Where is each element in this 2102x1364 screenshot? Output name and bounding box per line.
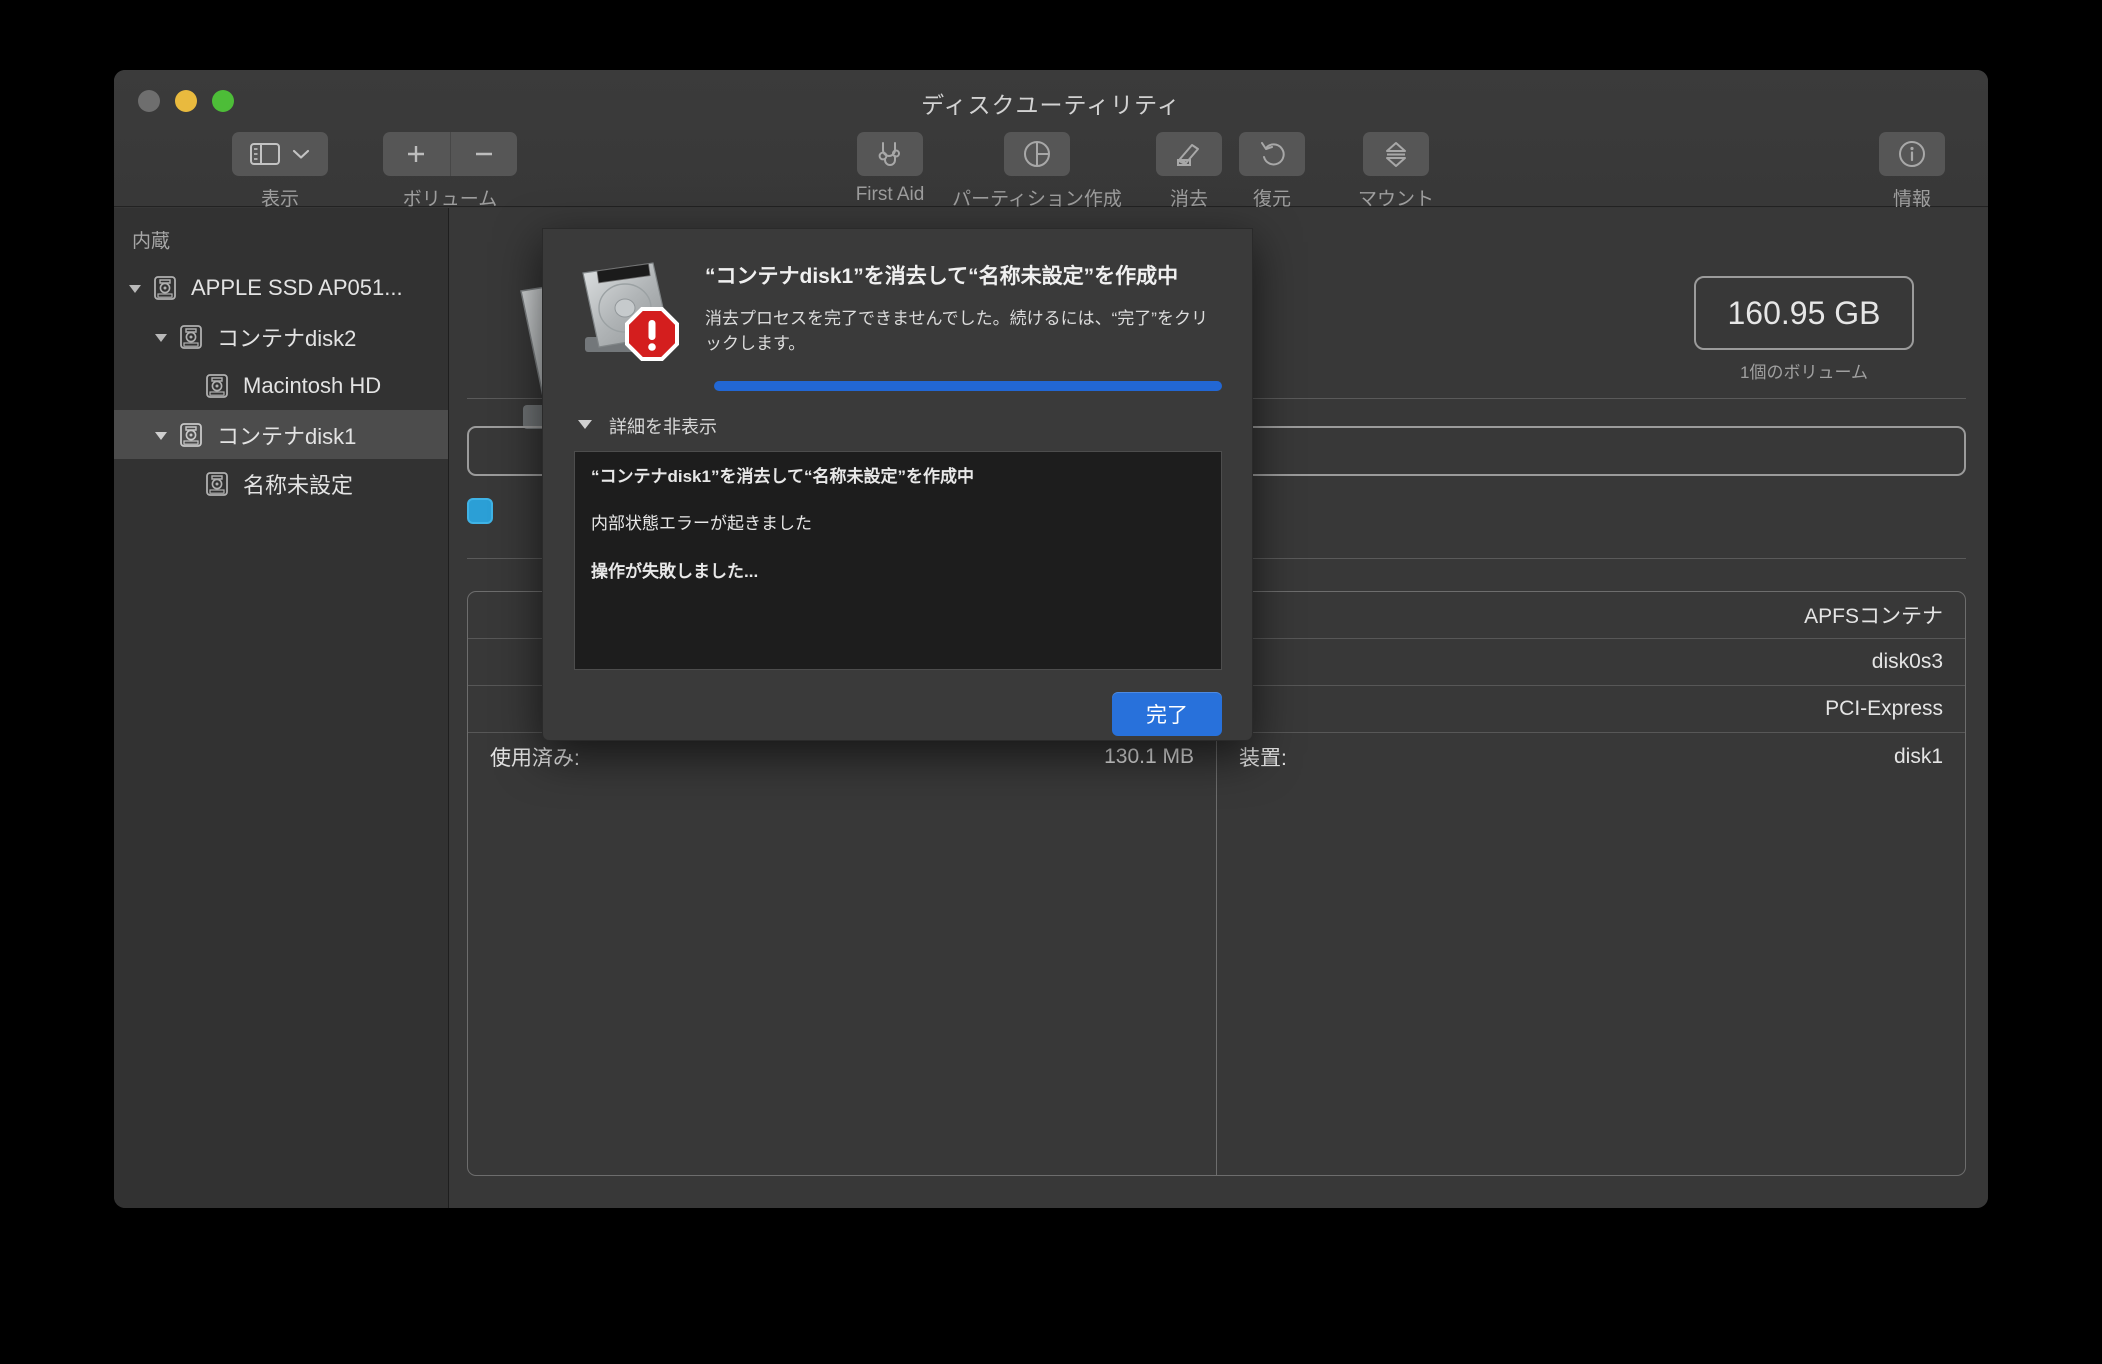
disclosure-triangle-icon[interactable]: [576, 415, 594, 438]
restore-button[interactable]: [1239, 132, 1305, 176]
sidebar-item-label: コンテナdisk2: [217, 325, 357, 351]
log-line: “コンテナdisk1”を消去して“名称未設定”を作成中: [591, 467, 974, 486]
toolbar-mount-item: マウント: [1316, 132, 1476, 211]
minus-icon: [475, 152, 492, 156]
info-value: disk1: [1893, 744, 1943, 768]
disk-icon: [148, 274, 182, 302]
restore-label: 復元: [1252, 189, 1291, 210]
info-row-device: 装置: disk1: [1217, 733, 1965, 780]
info-column-right: APFSコンテナ disk0s3 PCI-Express 装置: disk1: [1217, 592, 1965, 1175]
window-titlebar: ディスクユーティリティ 表示 ボリューム First Aid パーティション作成…: [114, 70, 1988, 210]
toolbar-volume-item: ボリューム: [360, 132, 540, 211]
info-value: disk0s3: [1871, 650, 1943, 673]
progress-bar-fill: [714, 381, 1222, 391]
sheet-title: “コンテナdisk1”を消去して“名称未設定”を作成中: [705, 265, 1179, 288]
sidebar-item-container-disk2[interactable]: コンテナdisk2: [114, 312, 448, 361]
details-disclosure-toggle[interactable]: 詳細を非表示: [576, 413, 1252, 439]
disk-icon: [174, 421, 208, 449]
first-aid-button[interactable]: [857, 132, 923, 176]
plus-icon: [408, 146, 425, 162]
toolbar-restore-item: 復元: [1212, 132, 1332, 211]
disclosure-triangle-icon[interactable]: [122, 280, 148, 296]
sidebar-item-label: APPLE SSD AP051...: [191, 274, 403, 300]
log-line: 操作が失敗しました...: [591, 561, 759, 581]
capacity-box: 160.95 GB: [1694, 276, 1914, 350]
info-key: 装置:: [1239, 746, 1287, 770]
toolbar-first-aid-item: First Aid: [830, 132, 950, 206]
disk-icon: [174, 323, 208, 351]
chevron-down-icon: [292, 148, 310, 160]
disclosure-triangle-icon[interactable]: [148, 329, 174, 345]
info-label: 情報: [1892, 189, 1931, 210]
disk-icon: [200, 470, 234, 498]
erase-progress-sheet: “コンテナdisk1”を消去して“名称未設定”を作成中 消去プロセスを完了できま…: [542, 228, 1253, 741]
eject-icon: [1382, 139, 1410, 169]
sidebar-item-label: Macintosh HD: [243, 372, 382, 398]
sidebar: 内蔵 APPLE SSD AP051... コンテナdisk2 Macintos…: [114, 208, 449, 1208]
info-row: PCI-Express: [1217, 686, 1965, 733]
sidebar-section-header: 内蔵: [132, 231, 171, 252]
sidebar-item-container-disk1[interactable]: コンテナdisk1: [114, 410, 448, 459]
add-volume-button[interactable]: [383, 132, 450, 176]
mount-button[interactable]: [1363, 132, 1429, 176]
capacity-value: 160.95 GB: [1727, 294, 1881, 331]
sheet-header: “コンテナdisk1”を消去して“名称未設定”を作成中 消去プロセスを完了できま…: [543, 229, 1252, 363]
capacity-subtitle: 1個のボリューム: [1740, 363, 1868, 382]
disk-icon: [200, 372, 234, 400]
info-row: disk0s3: [1217, 639, 1965, 686]
mount-label: マウント: [1357, 189, 1434, 210]
sidebar-item-label: 名称未設定: [243, 472, 354, 498]
volume-label: ボリューム: [402, 189, 498, 210]
info-value: APFSコンテナ: [1804, 605, 1943, 628]
disk-utility-window: ディスクユーティリティ 表示 ボリューム First Aid パーティション作成…: [114, 70, 1988, 1208]
sidebar-item-macintosh-hd[interactable]: Macintosh HD: [114, 361, 448, 410]
info-value: 130.1 MB: [1104, 744, 1194, 768]
toolbar-partition-item: パーティション作成: [947, 132, 1127, 211]
partition-button[interactable]: [1004, 132, 1070, 176]
sidebar-item-untitled[interactable]: 名称未設定: [114, 459, 448, 508]
view-label: 表示: [260, 189, 299, 210]
info-row: APFSコンテナ: [1217, 592, 1965, 639]
sidebar-item-label: コンテナdisk1: [217, 423, 357, 449]
disclosure-triangle-icon[interactable]: [148, 427, 174, 443]
info-button[interactable]: [1879, 132, 1945, 176]
details-log-textarea[interactable]: “コンテナdisk1”を消去して“名称未設定”を作成中 内部状態エラーが起きまし…: [574, 451, 1222, 670]
stethoscope-icon: [875, 139, 905, 169]
window-title: ディスクユーティリティ: [921, 92, 1181, 118]
partition-label: パーティション作成: [952, 189, 1122, 210]
details-disclosure-label: 詳細を非表示: [609, 417, 717, 437]
log-line: 内部状態エラーが起きました: [591, 514, 812, 534]
info-value: PCI-Express: [1825, 697, 1943, 720]
pie-chart-icon: [1022, 139, 1052, 169]
hard-disk-with-alert-icon: [573, 255, 681, 363]
sheet-text-block: “コンテナdisk1”を消去して“名称未設定”を作成中 消去プロセスを完了できま…: [681, 255, 1224, 363]
progress-bar: [714, 381, 1222, 391]
done-button[interactable]: 完了: [1112, 692, 1222, 736]
first-aid-label: First Aid: [855, 184, 925, 205]
view-button[interactable]: [232, 132, 328, 176]
info-circle-icon: [1897, 139, 1927, 169]
toolbar-info-item: 情報: [1852, 132, 1972, 211]
sidebar-icon: [250, 142, 280, 166]
info-key: 使用済み:: [490, 746, 580, 770]
sheet-message: 消去プロセスを完了できませんでした。続けるには、“完了”をクリックします。: [705, 309, 1208, 353]
toolbar-view-item: 表示: [220, 132, 340, 211]
legend-color-swatch: [467, 498, 493, 524]
sidebar-item-apple-ssd[interactable]: APPLE SSD AP051...: [114, 263, 448, 312]
remove-volume-button[interactable]: [451, 132, 518, 176]
erase-pencil-icon: [1174, 139, 1204, 169]
sheet-actions: 完了: [543, 670, 1252, 736]
undo-arrow-icon: [1257, 139, 1287, 169]
volume-segmented-control: [383, 132, 517, 176]
